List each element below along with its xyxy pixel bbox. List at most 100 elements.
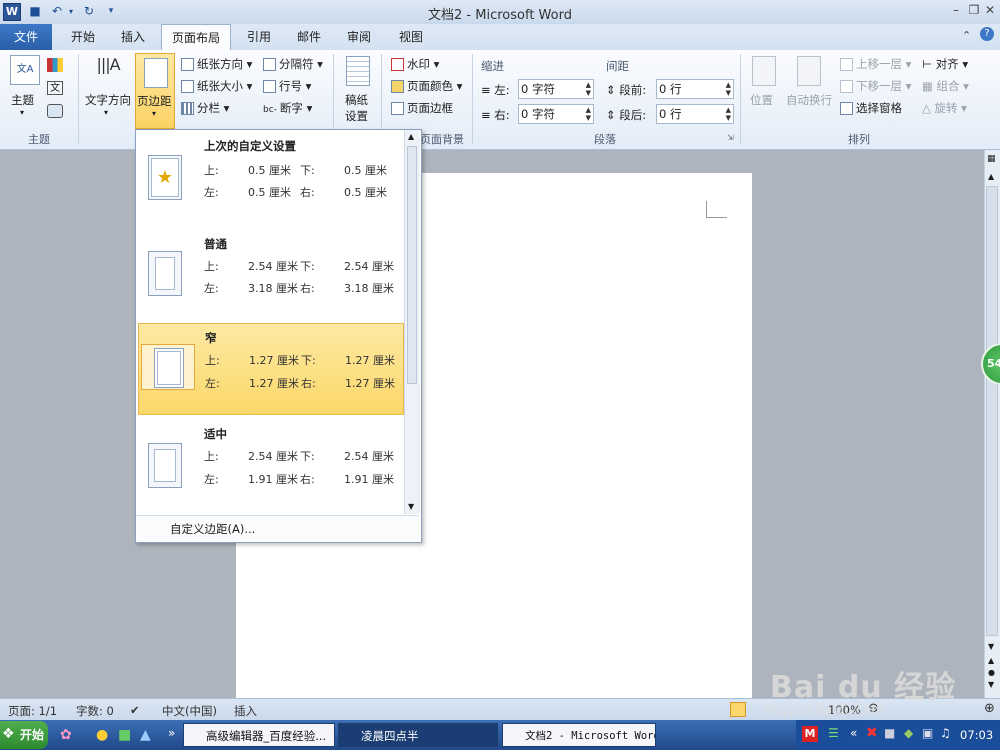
group-label-background: 页面背景 [420,133,464,146]
quicklaunch-icon[interactable]: ■ [118,727,131,743]
tab-view[interactable]: 视图 [388,24,434,50]
theme-colors-icon[interactable] [47,58,63,72]
shield-icon[interactable]: ◆ [904,726,913,740]
rotate-button[interactable]: △ 旋转 ▾ [922,100,967,116]
quicklaunch-icon[interactable]: ▲ [140,727,151,743]
spin-arrows-icon[interactable]: ▲ ▼ [586,81,591,97]
watermark-button[interactable]: 水印 ▾ [391,56,439,72]
indent-left-input[interactable]: 0 字符 ▲ ▼ [518,79,594,99]
tab-references[interactable]: 引用 [236,24,282,50]
zoom-in-icon[interactable]: ⊕ [984,701,995,716]
hyphenation-button[interactable]: bc- 断字 ▾ [263,100,312,116]
scroll-up-icon[interactable]: ▲ [408,132,414,141]
scroll-down-icon[interactable]: ▼ [988,642,994,651]
draft-label-1[interactable]: 稿纸 [345,92,368,108]
network-icon[interactable]: ■ [884,726,895,740]
size-button[interactable]: 纸张大小 ▾ [181,78,252,94]
margin-option-top-bottom: 上: 2.54 厘米 下: 2.54 厘米 [204,450,394,463]
taskbar-item-editor[interactable]: 高级编辑器_百度经验... [183,723,335,747]
more-icon[interactable]: » [168,726,175,740]
app-launcher-icon[interactable]: ✿ [60,727,72,743]
custom-margins-row[interactable]: 自定义边距(A)... [136,515,419,541]
margin-option-narrow[interactable]: 窄 上: 1.27 厘米 下: 1.27 厘米 左: 1.27 厘米 右: 1.27 厘米 [138,323,404,415]
taskbar-item-word[interactable]: 文档2 - Microsoft Word [502,723,656,747]
previous-page-icon[interactable]: ▲ [988,656,994,665]
wrap-text-icon[interactable] [797,56,821,86]
restore-icon[interactable]: ❐ [966,2,982,18]
tab-home[interactable]: 开始 [60,24,106,50]
tab-review[interactable]: 审阅 [336,24,382,50]
browse-object-icon[interactable]: ● [988,668,995,677]
tab-page-layout[interactable]: 页面布局 [161,24,231,50]
volume-icon[interactable]: ♫ [940,726,951,740]
theme-effects-icon[interactable] [47,104,63,118]
indent-right-input[interactable]: 0 字符 ▲ ▼ [518,104,594,124]
bring-forward-button[interactable]: 上移一层 ▾ [840,56,911,72]
tab-mailings[interactable]: 邮件 [286,24,332,50]
page-color-button[interactable]: 页面颜色 ▾ [391,78,462,94]
breaks-button[interactable]: 分隔符 ▾ [263,56,323,72]
spacing-after-input[interactable]: 0 行 ▲ ▼ [656,104,734,124]
wrap-text-button[interactable]: 自动换行 [786,92,832,108]
next-page-icon[interactable]: ▼ [988,680,994,689]
scroll-up-icon[interactable]: ▲ [988,172,994,181]
close-icon[interactable]: ✕ [982,2,998,18]
indent-heading: 缩进 [481,59,504,73]
minimize-icon[interactable]: – [948,2,964,18]
draft-label-2[interactable]: 设置 [345,108,368,124]
position-icon[interactable] [752,56,776,86]
proofing-icon[interactable]: ✔ [130,703,140,717]
text-direction-button[interactable]: 文字方向 [85,92,131,108]
orientation-button[interactable]: 纸张方向 ▾ [181,56,252,72]
spin-arrows-icon[interactable]: ▲ ▼ [586,106,591,122]
tab-insert[interactable]: 插入 [110,24,156,50]
margin-option-last-custom[interactable]: ★ 上次的自定义设置 上: 0.5 厘米 下: 0.5 厘米 左: 0.5 厘米 右: 0.… [138,132,404,224]
wifi-icon[interactable]: ☰ [828,726,839,740]
page-count[interactable]: 页面: 1/1 [8,703,57,719]
group-objects-button[interactable]: ▦ 组合 ▾ [922,78,969,94]
position-button[interactable]: 位置 [750,92,773,108]
theme-button[interactable]: 主题 [11,92,34,108]
language[interactable]: 中文(中国) [162,703,217,719]
ruler-toggle-icon[interactable]: ▦ [987,154,996,164]
vertical-scrollbar[interactable]: ▦ ▲ ▼ ▲ ● ▼ [984,150,1000,698]
quicklaunch-icon[interactable]: ● [96,727,108,743]
draft-paper-icon[interactable] [346,56,370,86]
margins-button[interactable]: 页边距 ▾ [135,53,175,129]
margins-label: 页边距 [137,94,172,108]
theme-icon[interactable]: 文A [10,55,40,85]
margin-option-moderate[interactable]: 适中 上: 2.54 厘米 下: 2.54 厘米 左: 1.91 厘米 右: 1.91 厘米 [138,420,404,512]
expand-tray-icon[interactable]: « [850,726,857,740]
spacing-before-input[interactable]: 0 行 ▲ ▼ [656,79,734,99]
tray-m-icon[interactable]: M [802,726,818,742]
align-button[interactable]: ⊢ 对齐 ▾ [922,56,968,72]
scroll-down-icon[interactable]: ▼ [408,502,414,511]
word-count[interactable]: 字数: 0 [76,703,114,719]
dialog-launcher-icon[interactable]: ⇲ [727,133,734,142]
columns-button[interactable]: 分栏 ▾ [181,100,229,116]
dropdown-scrollbar[interactable]: ▲ ▼ [404,130,420,514]
spin-arrows-icon[interactable]: ▲ ▼ [726,106,731,122]
minimize-ribbon-icon[interactable]: ⌃ [962,29,971,42]
theme-fonts-icon[interactable]: 文 [47,81,63,95]
scroll-thumb[interactable] [407,146,417,384]
help-icon[interactable]: ? [980,27,994,41]
page-border-button[interactable]: 页面边框 [391,100,453,116]
size-icon [181,80,194,93]
line-numbers-icon [263,80,276,93]
selection-pane-button[interactable]: 选择窗格 [840,100,902,116]
x-icon[interactable]: ✖ [866,725,878,741]
scroll-thumb[interactable] [986,186,998,636]
line-numbers-button[interactable]: 行号 ▾ [263,78,311,94]
text-direction-icon[interactable]: |||A [94,55,122,85]
print-layout-icon[interactable] [730,702,746,717]
clock[interactable]: 07:03 [960,728,993,742]
printer-icon[interactable]: ▣ [922,726,933,740]
spin-arrows-icon[interactable]: ▲ ▼ [726,81,731,97]
insert-mode[interactable]: 插入 [234,703,257,719]
margin-option-normal[interactable]: 普通 上: 2.54 厘米 下: 2.54 厘米 左: 3.18 厘米 右: 3.18 厘米 [138,228,404,320]
taskbar-item-music[interactable]: 凌晨四点半 [338,723,498,747]
tab-file[interactable]: 文件 [0,24,52,50]
send-backward-button[interactable]: 下移一层 ▾ [840,78,911,94]
selection-pane-icon [840,102,853,115]
